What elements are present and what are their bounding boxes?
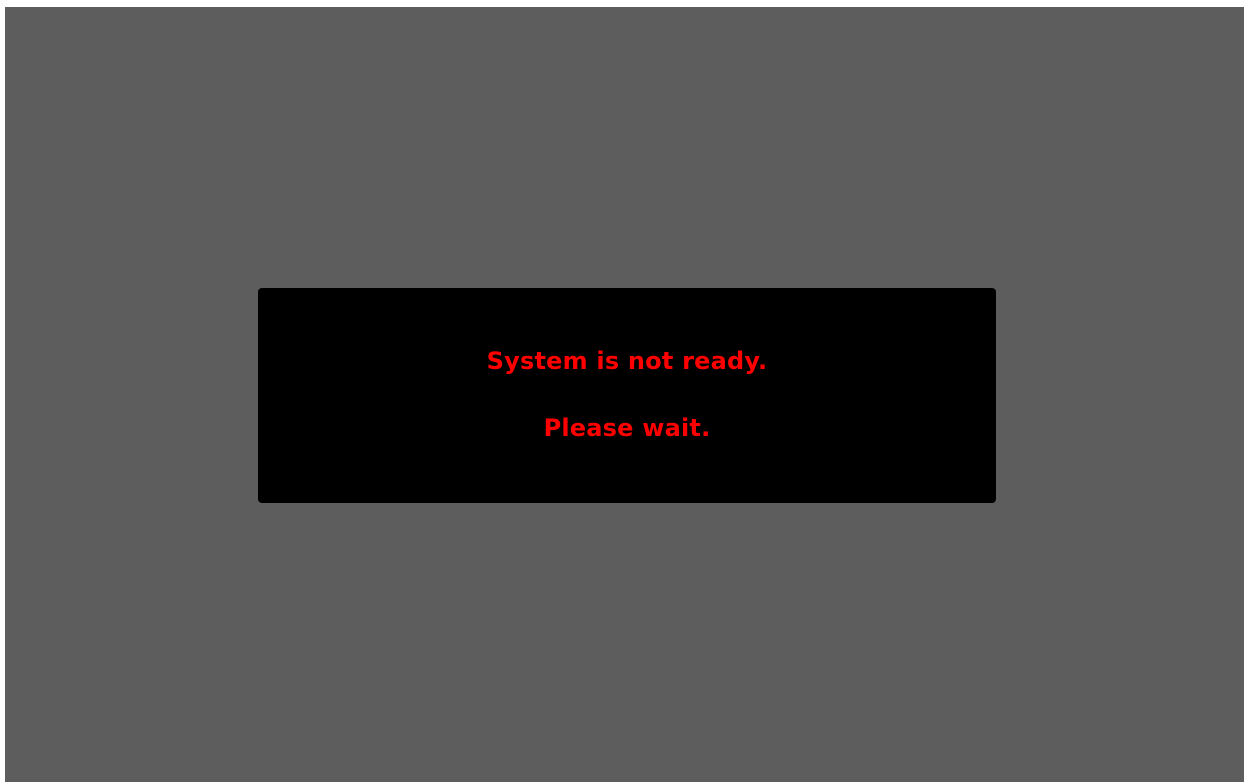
status-message: System is not ready. [486,347,768,375]
status-dialog: System is not ready. Please wait. [258,288,996,503]
screen-background: System is not ready. Please wait. [5,7,1244,782]
wait-message: Please wait. [543,414,711,442]
